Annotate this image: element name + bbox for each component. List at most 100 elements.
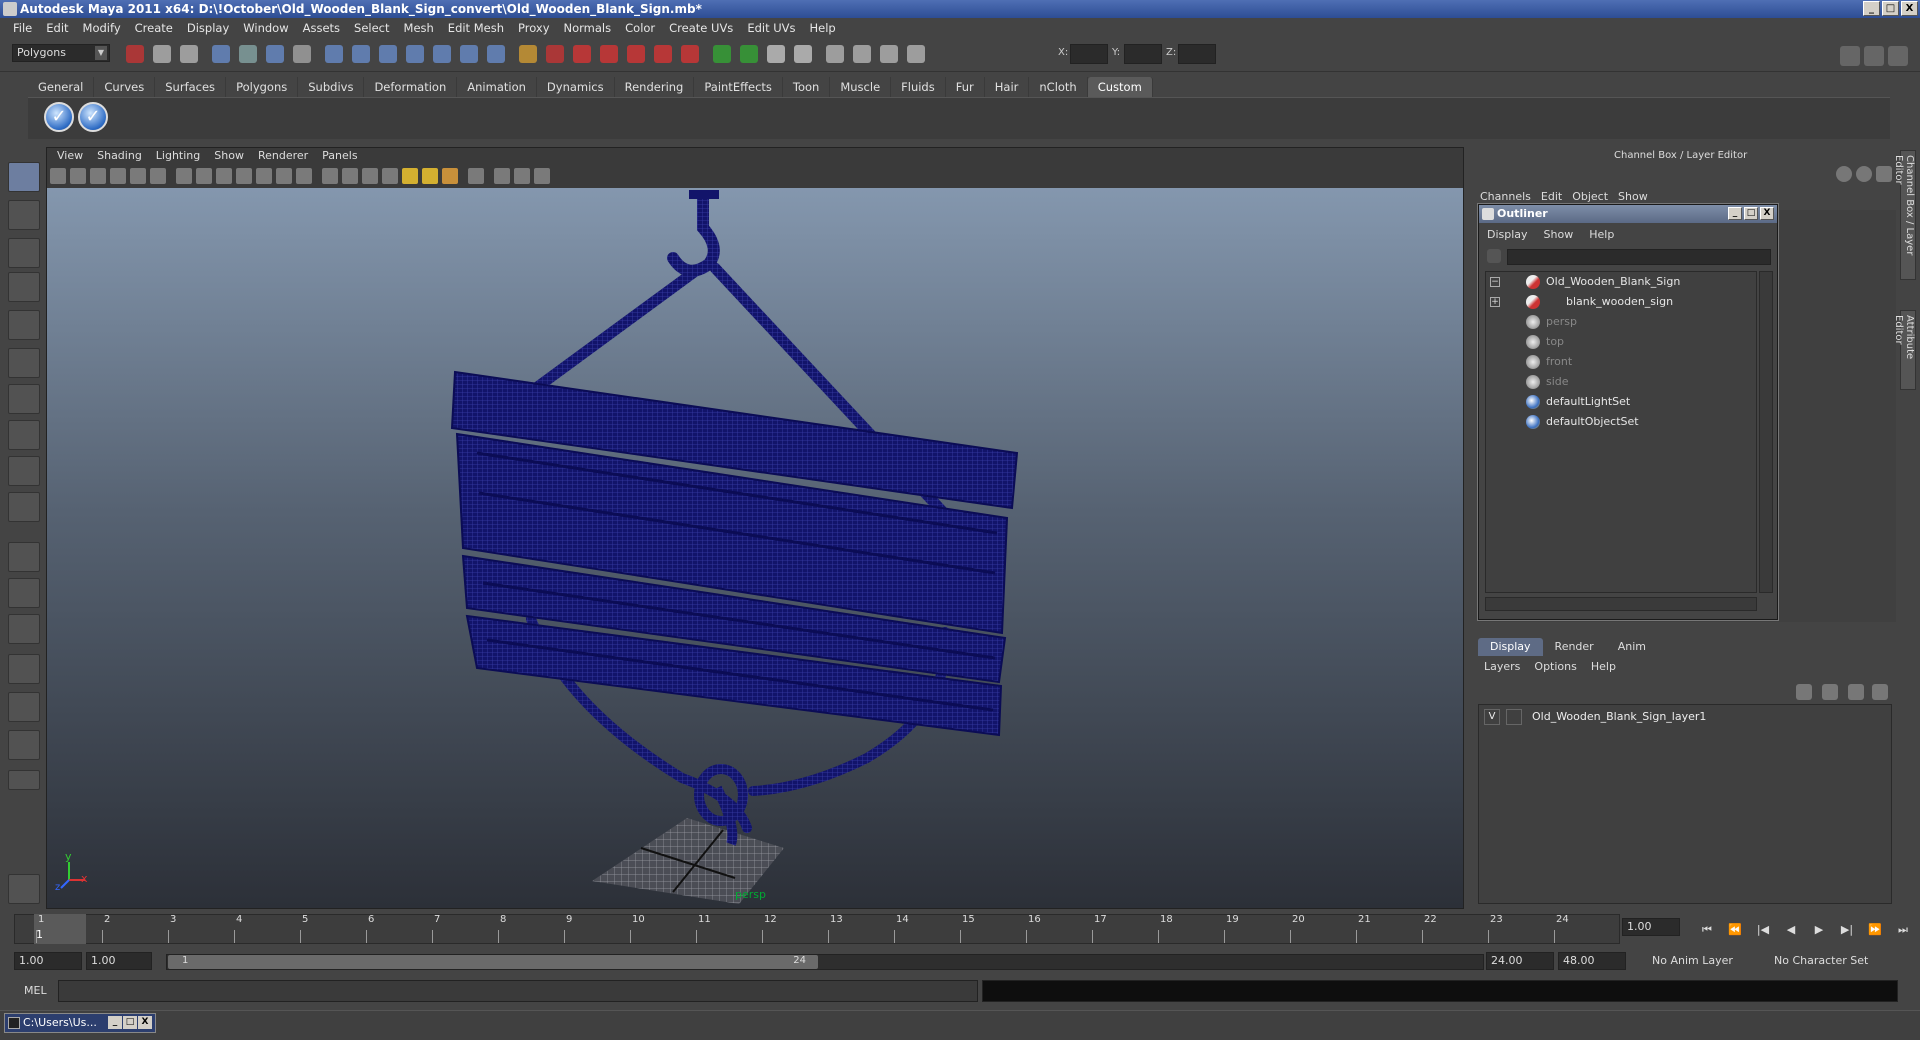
playback-end-field[interactable]: 24.00 bbox=[1486, 952, 1554, 970]
hypershade-icon[interactable] bbox=[713, 45, 731, 63]
relative-icon[interactable] bbox=[880, 45, 898, 63]
shelf-tab-dynamics[interactable]: Dynamics bbox=[537, 77, 615, 97]
render-view-icon[interactable] bbox=[681, 45, 699, 63]
current-time-field[interactable]: 1.00 bbox=[1622, 918, 1680, 936]
smooth-shade-icon[interactable] bbox=[342, 168, 358, 184]
viewport-menu-shading[interactable]: Shading bbox=[90, 149, 149, 165]
open-scene-icon[interactable] bbox=[153, 45, 171, 63]
x-input[interactable] bbox=[1070, 44, 1108, 64]
menu-window[interactable]: Window bbox=[236, 21, 295, 35]
select-by-object-icon[interactable] bbox=[239, 45, 257, 63]
menu-edit-mesh[interactable]: Edit Mesh bbox=[441, 21, 511, 35]
go-to-start-button[interactable]: ⏮ bbox=[1696, 922, 1718, 938]
menu-edit[interactable]: Edit bbox=[39, 21, 75, 35]
channel-box-side-tab[interactable]: Channel Box / Layer Editor bbox=[1893, 150, 1916, 280]
image-plane-icon[interactable] bbox=[110, 168, 126, 184]
absolute-icon[interactable] bbox=[907, 45, 925, 63]
task-minimize-button[interactable]: _ bbox=[108, 1016, 122, 1029]
attribute-editor-side-tab[interactable]: Attribute Editor bbox=[1893, 310, 1916, 390]
start-time-field[interactable]: 1.00 bbox=[14, 952, 82, 970]
maximize-button[interactable]: □ bbox=[1882, 1, 1899, 16]
y-input[interactable] bbox=[1124, 44, 1162, 64]
graph-layout-icon[interactable] bbox=[8, 654, 40, 684]
channel-box-menu-channels[interactable]: Channels bbox=[1480, 190, 1541, 203]
panel-layout-icon[interactable] bbox=[1840, 46, 1860, 66]
camera-attributes-icon[interactable] bbox=[70, 168, 86, 184]
shelf-tab-subdivs[interactable]: Subdivs bbox=[298, 77, 365, 97]
task-close-button[interactable]: X bbox=[138, 1016, 152, 1029]
safe-action-icon[interactable] bbox=[276, 168, 292, 184]
hud-icon[interactable] bbox=[534, 168, 550, 184]
menu-select[interactable]: Select bbox=[347, 21, 396, 35]
channel-box-tool-icon[interactable] bbox=[1836, 166, 1852, 182]
layer-menu-layers[interactable]: Layers bbox=[1484, 660, 1534, 673]
play-backward-button[interactable]: ◀ bbox=[1780, 922, 1802, 938]
command-language-label[interactable]: MEL bbox=[24, 984, 47, 997]
viewport-menu-show[interactable]: Show bbox=[207, 149, 251, 165]
2d-pan-zoom-icon[interactable] bbox=[130, 168, 146, 184]
construction-icon[interactable] bbox=[487, 45, 505, 63]
outliner-row-front[interactable]: front bbox=[1486, 352, 1756, 372]
wireframe-icon[interactable] bbox=[322, 168, 338, 184]
attribute-icon[interactable] bbox=[767, 45, 785, 63]
pin-icon[interactable] bbox=[1876, 166, 1892, 182]
menu-normals[interactable]: Normals bbox=[557, 21, 619, 35]
layer-menu-options[interactable]: Options bbox=[1534, 660, 1590, 673]
menu-edit-uvs[interactable]: Edit UVs bbox=[740, 21, 802, 35]
move-down-layer-icon[interactable] bbox=[1872, 684, 1888, 700]
menu-modify[interactable]: Modify bbox=[76, 21, 128, 35]
attribute-editor-toggle-icon[interactable] bbox=[1888, 46, 1908, 66]
outliner-row-top[interactable]: top bbox=[1486, 332, 1756, 352]
outliner-horizontal-scrollbar[interactable] bbox=[1485, 597, 1757, 611]
move-tool-icon[interactable] bbox=[8, 272, 40, 302]
grease-pencil-icon[interactable] bbox=[150, 168, 166, 184]
shelf-tab-animation[interactable]: Animation bbox=[457, 77, 537, 97]
end-time-field[interactable]: 48.00 bbox=[1558, 952, 1626, 970]
perspective-viewport[interactable]: y x z bbox=[47, 188, 1463, 908]
paint-select-tool-icon[interactable] bbox=[8, 238, 40, 268]
grid-toggle-icon[interactable] bbox=[176, 168, 192, 184]
layer-visibility-toggle[interactable]: V bbox=[1484, 709, 1500, 725]
shelf-tab-rendering[interactable]: Rendering bbox=[615, 77, 695, 97]
playback-start-field[interactable]: 1.00 bbox=[86, 952, 152, 970]
outliner-layout-icon[interactable] bbox=[8, 614, 40, 644]
menu-proxy[interactable]: Proxy bbox=[511, 21, 557, 35]
scale-tool-icon[interactable] bbox=[8, 348, 40, 378]
snap-point-icon[interactable] bbox=[379, 45, 397, 63]
menu-mesh[interactable]: Mesh bbox=[397, 21, 441, 35]
go-to-end-button[interactable]: ⏭ bbox=[1892, 922, 1914, 938]
field-chart-icon[interactable] bbox=[256, 168, 272, 184]
help-icon[interactable] bbox=[519, 45, 537, 63]
universal-manipulator-icon[interactable] bbox=[8, 384, 40, 414]
outliner-row-old-wooden-blank-sign[interactable]: − Old_Wooden_Blank_Sign bbox=[1486, 272, 1756, 292]
menu-help[interactable]: Help bbox=[803, 21, 843, 35]
shelf-tab-ncloth[interactable]: nCloth bbox=[1029, 77, 1088, 97]
render-settings-icon[interactable] bbox=[654, 45, 672, 63]
snap-plane-icon[interactable] bbox=[406, 45, 424, 63]
shelf-check-button-2[interactable]: ✓ bbox=[78, 102, 108, 132]
shelf-tab-surfaces[interactable]: Surfaces bbox=[155, 77, 227, 97]
shelf-tab-hair[interactable]: Hair bbox=[985, 77, 1030, 97]
input-ops-icon[interactable] bbox=[546, 45, 564, 63]
last-tool-icon[interactable] bbox=[8, 492, 40, 522]
shadows-icon[interactable] bbox=[422, 168, 438, 184]
snap-curve-icon[interactable] bbox=[352, 45, 370, 63]
use-lights-icon[interactable] bbox=[402, 168, 418, 184]
minimize-button[interactable]: _ bbox=[1863, 1, 1880, 16]
four-view-layout-icon[interactable] bbox=[8, 578, 40, 608]
xray-joints-icon[interactable] bbox=[514, 168, 530, 184]
channel-box-toggle-icon[interactable] bbox=[1864, 46, 1884, 66]
outliner-menu-help[interactable]: Help bbox=[1589, 228, 1630, 241]
new-layer-icon[interactable] bbox=[1796, 684, 1812, 700]
taskbar-item[interactable]: C:\Users\Us... _ □ X bbox=[4, 1013, 156, 1033]
select-camera-icon[interactable] bbox=[50, 168, 66, 184]
save-scene-icon[interactable] bbox=[180, 45, 198, 63]
menu-color[interactable]: Color bbox=[618, 21, 662, 35]
shelf-tab-deformation[interactable]: Deformation bbox=[364, 77, 458, 97]
ipr-render-icon[interactable] bbox=[627, 45, 645, 63]
bookmark-icon[interactable] bbox=[90, 168, 106, 184]
viewport-menu-renderer[interactable]: Renderer bbox=[251, 149, 315, 165]
z-input[interactable] bbox=[1178, 44, 1216, 64]
xray-icon[interactable] bbox=[494, 168, 510, 184]
shelf-tab-toon[interactable]: Toon bbox=[783, 77, 831, 97]
